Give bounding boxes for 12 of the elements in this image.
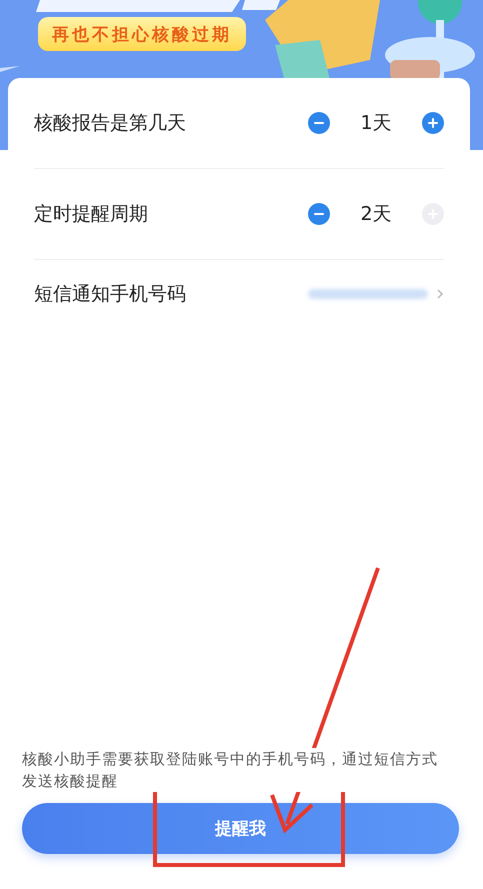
minus-button[interactable]: [308, 203, 330, 225]
stepper-value: 2天: [359, 202, 393, 227]
chevron-icon[interactable]: [436, 288, 444, 300]
plus-icon: [427, 117, 439, 129]
setting-label: 短信通知手机号码: [34, 282, 187, 307]
stepper-value: 1天: [359, 111, 393, 136]
plus-button[interactable]: [422, 112, 444, 134]
banner-subtitle: 再也不担心核酸过期: [38, 17, 246, 51]
setting-label: 核酸报告是第几天: [34, 111, 187, 136]
setting-label: 定时提醒周期: [34, 202, 149, 227]
remind-me-button[interactable]: 提醒我: [22, 803, 459, 854]
minus-button[interactable]: [308, 112, 330, 134]
